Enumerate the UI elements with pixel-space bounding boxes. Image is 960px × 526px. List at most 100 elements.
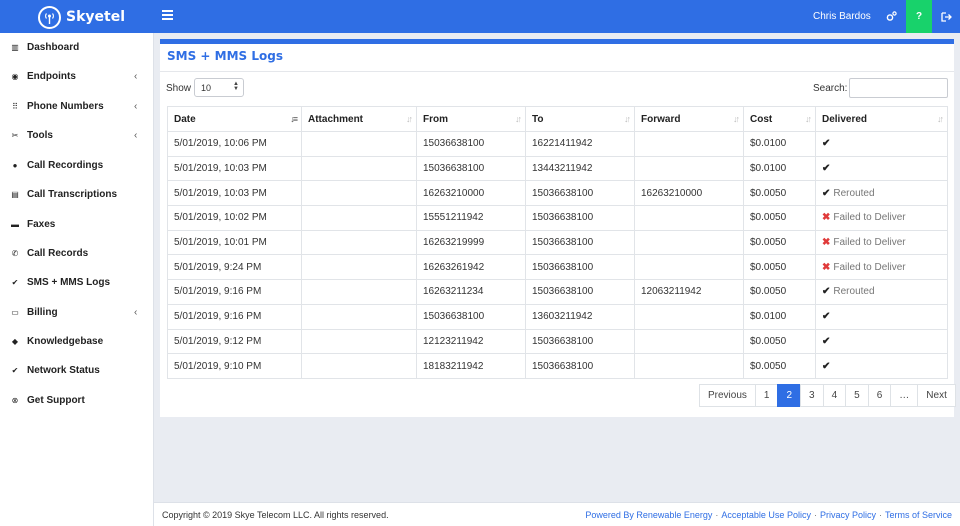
chevron-left-icon: ‹ [134, 100, 138, 112]
cell-cost: $0.0050 [743, 229, 816, 256]
cell-date: 5/01/2019, 10:02 PM [167, 205, 302, 231]
page-button[interactable]: 4 [822, 384, 847, 407]
cell-forward [634, 131, 744, 157]
footer-separator: · [715, 510, 719, 520]
column-header-label: Attachment [308, 113, 364, 125]
sidebar-item-label: Phone Numbers [27, 100, 104, 112]
sidebar-item-dashboard[interactable]: ▥ Dashboard [0, 35, 153, 59]
cell-attachment [301, 303, 417, 330]
page-button[interactable]: 6 [867, 384, 892, 407]
footer-link[interactable]: Privacy Policy [820, 510, 876, 520]
microphone-icon: ● [12, 160, 18, 170]
sidebar: ▥ Dashboard ◉ Endpoints ‹ ⠿ Phone Numbers ‹ ✂ Too… [0, 33, 154, 526]
cell-from: 16263261942 [416, 254, 526, 281]
cell-from: 16263210000 [416, 180, 526, 207]
cell-attachment [301, 328, 417, 355]
cell-cost: $0.0100 [743, 303, 816, 330]
sidebar-item-label: Knowledgebase [27, 335, 104, 347]
next-page-button[interactable]: Next [917, 384, 956, 407]
column-header-label: Forward [641, 113, 681, 125]
table-row: 5/01/2019, 10:03 PM 16263210000 1503663810… [167, 180, 948, 207]
page-button[interactable]: 1 [754, 384, 779, 407]
sidebar-item-phone-numbers[interactable]: ⠿ Phone Numbers ‹ [0, 94, 153, 118]
cell-from: 15551211942 [416, 205, 526, 231]
cell-date: 5/01/2019, 10:03 PM [167, 180, 302, 207]
previous-page-button[interactable]: Previous [699, 384, 756, 407]
page-button[interactable]: 2 [777, 384, 802, 407]
sidebar-item-faxes[interactable]: ▬ Faxes [0, 212, 153, 236]
table-row: 5/01/2019, 10:01 PM 16263219999 1503663810… [167, 229, 948, 256]
cell-attachment [301, 254, 417, 281]
column-header-delivered[interactable]: Delivered ↓↑ [815, 106, 948, 132]
sidebar-item-call-transcriptions[interactable]: ▤ Call Transcriptions [0, 182, 153, 206]
column-header-date[interactable]: Date ↓≡ [167, 106, 302, 132]
help-button[interactable]: ? [906, 0, 932, 33]
column-header-attachment[interactable]: Attachment ↓↑ [301, 106, 417, 132]
sidebar-item-label: Tools [27, 129, 53, 141]
cell-from: 16263219999 [416, 229, 526, 256]
sidebar-item-call-recordings[interactable]: ● Call Recordings [0, 153, 153, 177]
delivery-status: Failed to Deliver [833, 261, 906, 273]
column-header-to[interactable]: To ↓↑ [525, 106, 635, 132]
cell-cost: $0.0100 [743, 155, 816, 182]
column-header-forward[interactable]: Forward ↓↑ [634, 106, 744, 132]
footer-link[interactable]: Acceptable Use Policy [721, 510, 811, 520]
footer-link[interactable]: Terms of Service [885, 510, 952, 520]
sidebar-item-sms-mms-logs[interactable]: ✔ SMS + MMS Logs [0, 270, 153, 294]
delivery-status: Failed to Deliver [833, 212, 906, 224]
menu-toggle-icon[interactable] [162, 10, 173, 21]
cell-forward [634, 155, 744, 182]
pagination: Previous 1 2 3 4 5 6… Next [699, 384, 956, 407]
logout-icon[interactable] [934, 0, 958, 33]
column-header-cost[interactable]: Cost ↓↑ [743, 106, 816, 132]
page-title: SMS + MMS Logs [167, 49, 283, 63]
cell-attachment [301, 131, 417, 157]
table-row: 5/01/2019, 9:12 PM 12123211942 15036638100… [167, 328, 948, 355]
page-button[interactable]: 5 [845, 384, 869, 407]
cell-cost: $0.0050 [743, 180, 816, 207]
footer-separator: · [878, 510, 882, 520]
keypad-icon: ⠿ [12, 101, 18, 111]
page-button[interactable]: 3 [800, 384, 824, 407]
sidebar-item-label: Billing [27, 306, 58, 318]
column-header-from[interactable]: From ↓↑ [416, 106, 526, 132]
cell-to: 15036638100 [525, 205, 635, 231]
cell-to: 13603211942 [525, 303, 635, 330]
table-row: 5/01/2019, 10:03 PM 15036638100 1344321194… [167, 155, 948, 182]
settings-icon[interactable] [880, 0, 902, 33]
search-input[interactable] [849, 78, 948, 98]
cell-cost: $0.0050 [743, 353, 816, 379]
page-size-value: 10 [201, 82, 212, 93]
logs-card: SMS + MMS Logs Show 10 ▲ ▼ Search: Date ↓≡… [160, 39, 956, 417]
table-row: 5/01/2019, 9:24 PM 16263261942 15036638100… [167, 254, 948, 281]
cell-attachment [301, 205, 417, 231]
sidebar-item-network-status[interactable]: ✔ Network Status [0, 358, 153, 382]
sidebar-item-tools[interactable]: ✂ Tools ‹ [0, 123, 153, 147]
check-icon: ✔ [822, 138, 831, 150]
cell-date: 5/01/2019, 9:12 PM [167, 328, 302, 355]
cell-to: 15036638100 [525, 180, 635, 207]
check-icon: ✔ [822, 311, 831, 323]
cell-delivered: ✖ Failed to Deliver [815, 229, 948, 256]
sidebar-item-label: Call Recordings [27, 159, 104, 171]
cell-date: 5/01/2019, 9:16 PM [167, 279, 302, 305]
x-icon: ✖ [822, 212, 831, 224]
sidebar-item-endpoints[interactable]: ◉ Endpoints ‹ [0, 64, 153, 88]
sidebar-item-get-support[interactable]: ⊗ Get Support [0, 388, 153, 412]
cell-cost: $0.0050 [743, 279, 816, 305]
cell-delivered: ✔ [815, 155, 948, 182]
cell-forward [634, 254, 744, 281]
footer-link[interactable]: Powered By Renewable Energy [585, 510, 712, 520]
user-name[interactable]: Chris Bardos [813, 11, 871, 22]
brand-logo[interactable]: Skyetel [38, 5, 125, 29]
sidebar-item-knowledgebase[interactable]: ◆ Knowledgebase [0, 329, 153, 353]
sidebar-item-billing[interactable]: ▭ Billing ‹ [0, 300, 153, 324]
cell-from: 12123211942 [416, 328, 526, 355]
divider [160, 71, 954, 72]
page-size-select[interactable]: 10 ▲ ▼ [194, 78, 244, 97]
sidebar-item-call-records[interactable]: ✆ Call Records [0, 241, 153, 265]
cell-from: 18183211942 [416, 353, 526, 379]
cell-to: 13443211942 [525, 155, 635, 182]
target-icon: ◉ [11, 71, 19, 81]
footer: Copyright © 2019 Skye Telecom LLC. All r… [154, 502, 960, 526]
